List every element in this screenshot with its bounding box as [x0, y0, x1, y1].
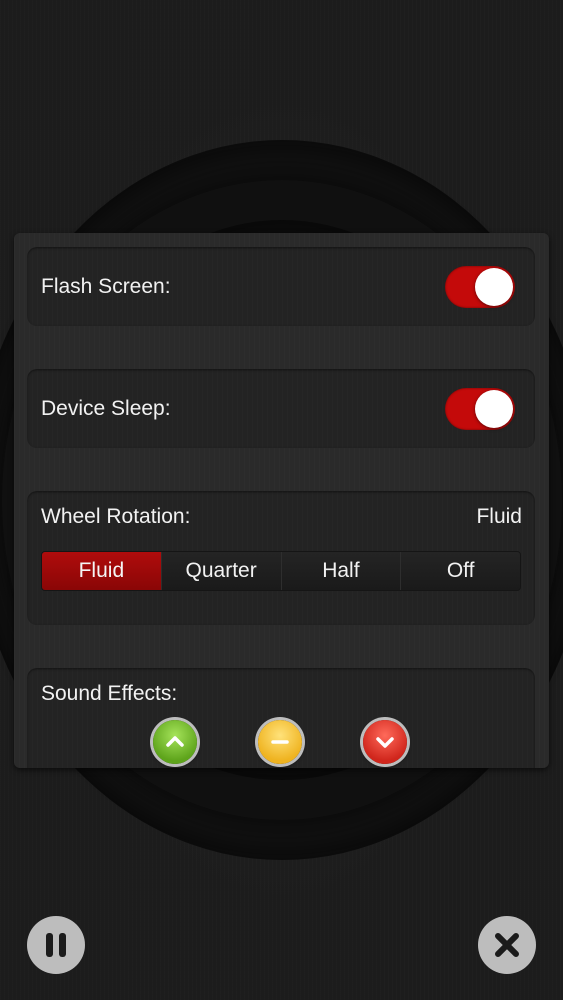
device-sleep-toggle[interactable] — [445, 388, 515, 430]
screen: Flash Screen: Device Sleep: Wheel Rotati… — [0, 0, 563, 1000]
device-sleep-row: Device Sleep: — [27, 369, 535, 448]
segment-fluid[interactable]: Fluid — [42, 552, 162, 590]
sound-effects-buttons — [27, 720, 535, 768]
sound-effects-row: Sound Effects: — [27, 668, 535, 768]
flash-screen-label: Flash Screen: — [41, 275, 171, 298]
toggle-knob — [475, 268, 513, 306]
settings-panel: Flash Screen: Device Sleep: Wheel Rotati… — [14, 233, 549, 768]
sound-up-button[interactable] — [153, 720, 197, 764]
flash-screen-row: Flash Screen: — [27, 247, 535, 326]
wheel-rotation-value: Fluid — [476, 505, 522, 528]
wheel-rotation-segmented-control: Fluid Quarter Half Off — [41, 551, 521, 591]
wheel-rotation-row: Wheel Rotation: Fluid Fluid Quarter Half… — [27, 491, 535, 625]
sound-neutral-button[interactable] — [258, 720, 302, 764]
pause-button[interactable] — [27, 916, 85, 974]
segment-quarter[interactable]: Quarter — [161, 552, 282, 590]
chevron-down-icon — [376, 737, 394, 748]
minus-icon — [271, 740, 289, 744]
pause-icon — [46, 933, 66, 957]
close-icon — [495, 933, 519, 957]
segment-half[interactable]: Half — [281, 552, 402, 590]
toggle-knob — [475, 390, 513, 428]
segment-off[interactable]: Off — [401, 552, 520, 590]
sound-down-button[interactable] — [363, 720, 407, 764]
close-button[interactable] — [478, 916, 536, 974]
device-sleep-label: Device Sleep: — [41, 397, 171, 420]
sound-effects-label: Sound Effects: — [41, 682, 178, 705]
flash-screen-toggle[interactable] — [445, 266, 515, 308]
chevron-up-icon — [166, 736, 184, 747]
wheel-rotation-label: Wheel Rotation: — [41, 505, 191, 528]
